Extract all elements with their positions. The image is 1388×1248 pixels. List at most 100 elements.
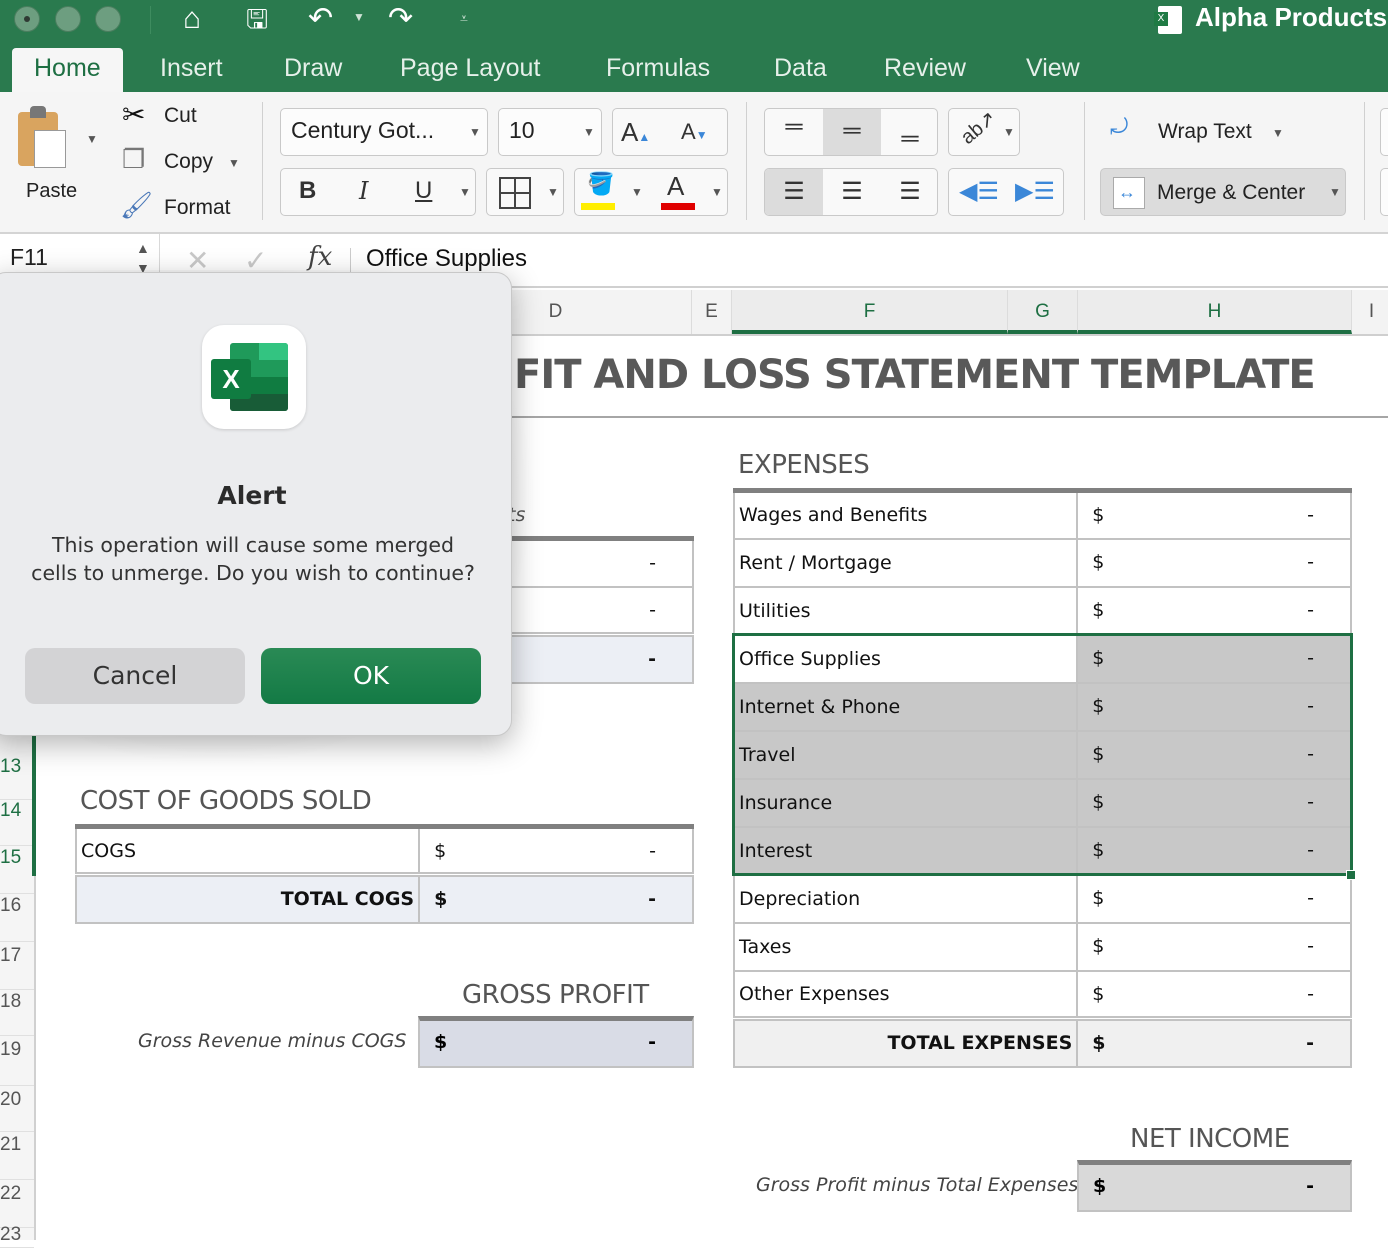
tab-formulas[interactable]: Formulas: [584, 48, 732, 92]
gross-profit-value-cell[interactable]: $ -: [418, 1016, 694, 1068]
number-format-button[interactable]: [1380, 168, 1388, 216]
tab-data[interactable]: Data: [752, 48, 849, 92]
number-format-select[interactable]: [1380, 108, 1388, 156]
undo-dropdown-icon[interactable]: ▼: [353, 10, 365, 24]
expense-label[interactable]: Insurance: [732, 777, 1079, 828]
paste-dropdown-icon[interactable]: ▼: [86, 132, 98, 146]
row-header-17[interactable]: 17: [0, 942, 34, 990]
merge-center-button[interactable]: ↔ Merge & Center ▼: [1100, 168, 1346, 216]
column-header-i[interactable]: I: [1352, 290, 1388, 334]
expense-label[interactable]: Wages and Benefits: [732, 488, 1079, 540]
row-header-22[interactable]: 22: [0, 1180, 34, 1228]
expense-value-cell[interactable]: $ -: [1076, 633, 1352, 684]
orientation-button[interactable]: ab↗ ▼: [948, 108, 1020, 156]
expense-label[interactable]: Travel: [732, 729, 1079, 780]
income-total-cell[interactable]: -: [500, 632, 694, 684]
paste-button[interactable]: [18, 106, 68, 168]
increase-font-size-button[interactable]: A▲: [621, 117, 650, 148]
column-header-e[interactable]: E: [692, 290, 732, 334]
merge-center-dropdown-icon[interactable]: ▼: [1329, 185, 1341, 199]
home-icon[interactable]: ⌂: [183, 2, 201, 36]
font-name-select[interactable]: Century Got... ▼: [280, 108, 488, 156]
tab-draw[interactable]: Draw: [262, 48, 364, 92]
zoom-window-button[interactable]: [95, 6, 121, 32]
scissors-icon[interactable]: ✂: [122, 98, 145, 131]
row-header-13[interactable]: 13: [0, 752, 34, 800]
customize-toolbar-icon[interactable]: ⩡: [460, 10, 468, 27]
copy-dropdown-icon[interactable]: ▼: [228, 156, 240, 170]
expense-label[interactable]: Rent / Mortgage: [732, 537, 1079, 588]
total-expenses-value-cell[interactable]: $ -: [1076, 1016, 1352, 1068]
increase-indent-button[interactable]: ▶☰: [1015, 177, 1055, 206]
fill-handle[interactable]: [1346, 870, 1356, 880]
borders-button[interactable]: ▼: [486, 168, 564, 216]
align-center-button[interactable]: ☰: [837, 177, 867, 206]
expense-label[interactable]: Utilities: [732, 585, 1079, 636]
expense-label[interactable]: Other Expenses: [732, 969, 1079, 1020]
tab-view[interactable]: View: [1004, 48, 1102, 92]
wrap-text-icon[interactable]: ⤾: [1110, 114, 1128, 140]
tab-home[interactable]: Home: [12, 48, 123, 92]
income-value-cell[interactable]: -: [500, 585, 694, 636]
underline-button[interactable]: U: [415, 177, 432, 205]
copy-button[interactable]: Copy: [164, 150, 213, 174]
cogs-value-cell[interactable]: $ -: [418, 824, 694, 876]
income-value-cell[interactable]: -: [500, 536, 694, 588]
save-icon[interactable]: 🖫: [246, 2, 268, 36]
row-header-20[interactable]: 20: [0, 1086, 34, 1132]
net-income-value-cell[interactable]: $ -: [1077, 1160, 1352, 1212]
tab-page-layout[interactable]: Page Layout: [378, 48, 562, 92]
row-header-15[interactable]: 15: [0, 846, 34, 894]
wrap-text-button[interactable]: Wrap Text: [1158, 120, 1252, 144]
format-painter-icon[interactable]: 🖌: [120, 190, 153, 221]
insert-function-button[interactable]: fx: [308, 242, 332, 272]
expense-value-cell[interactable]: $ -: [1076, 488, 1352, 540]
minimize-window-button[interactable]: [55, 6, 81, 32]
undo-icon[interactable]: ↶: [308, 2, 333, 36]
fill-color-icon[interactable]: 🪣: [587, 171, 614, 197]
font-name-dropdown-icon[interactable]: ▼: [469, 125, 481, 139]
formula-input[interactable]: Office Supplies: [366, 245, 527, 273]
expense-label[interactable]: Taxes: [732, 921, 1079, 972]
format-painter-button[interactable]: Format: [164, 196, 231, 220]
tab-review[interactable]: Review: [862, 48, 988, 92]
borders-dropdown-icon[interactable]: ▼: [547, 185, 559, 199]
fill-color-dropdown-icon[interactable]: ▼: [631, 185, 643, 199]
ok-button[interactable]: OK: [261, 648, 481, 704]
cancel-button[interactable]: Cancel: [25, 648, 245, 704]
expense-label[interactable]: Interest: [732, 825, 1079, 876]
expense-value-cell[interactable]: $ -: [1076, 537, 1352, 588]
name-box-stepper-up-icon[interactable]: ▲: [136, 240, 150, 256]
row-header-18[interactable]: 18: [0, 990, 34, 1036]
row-header-16[interactable]: 16: [0, 894, 34, 942]
expense-value-cell[interactable]: $ -: [1076, 921, 1352, 972]
expense-value-cell[interactable]: $ -: [1076, 969, 1352, 1020]
expense-value-cell[interactable]: $ -: [1076, 729, 1352, 780]
tab-insert[interactable]: Insert: [138, 48, 245, 92]
align-right-button[interactable]: ☰: [895, 177, 925, 206]
column-header-f[interactable]: F: [732, 290, 1008, 334]
expense-label[interactable]: Depreciation: [732, 873, 1079, 924]
align-middle-button[interactable]: ═: [823, 109, 881, 155]
cogs-label[interactable]: COGS: [74, 824, 421, 876]
orientation-dropdown-icon[interactable]: ▼: [1003, 125, 1015, 139]
row-header-14[interactable]: 14: [0, 800, 34, 846]
font-color-dropdown-icon[interactable]: ▼: [711, 185, 723, 199]
decrease-font-size-button[interactable]: A▼: [681, 119, 708, 145]
font-size-select[interactable]: 10 ▼: [498, 108, 602, 156]
row-header-21[interactable]: 21: [0, 1132, 34, 1180]
decrease-indent-button[interactable]: ◀☰: [959, 177, 999, 206]
column-header-h[interactable]: H: [1078, 290, 1352, 334]
expense-value-cell[interactable]: $ -: [1076, 873, 1352, 924]
close-window-button[interactable]: [14, 6, 40, 32]
italic-button[interactable]: I: [359, 177, 368, 205]
underline-dropdown-icon[interactable]: ▼: [459, 185, 471, 199]
align-top-button[interactable]: ═: [779, 113, 809, 141]
redo-icon[interactable]: ↷: [388, 2, 413, 36]
font-size-dropdown-icon[interactable]: ▼: [583, 125, 595, 139]
paste-label[interactable]: Paste: [26, 180, 77, 203]
bold-button[interactable]: B: [299, 177, 316, 205]
total-cogs-value-cell[interactable]: $ -: [418, 872, 694, 924]
align-bottom-button[interactable]: ═: [895, 125, 925, 153]
copy-icon[interactable]: ❐: [122, 144, 145, 175]
